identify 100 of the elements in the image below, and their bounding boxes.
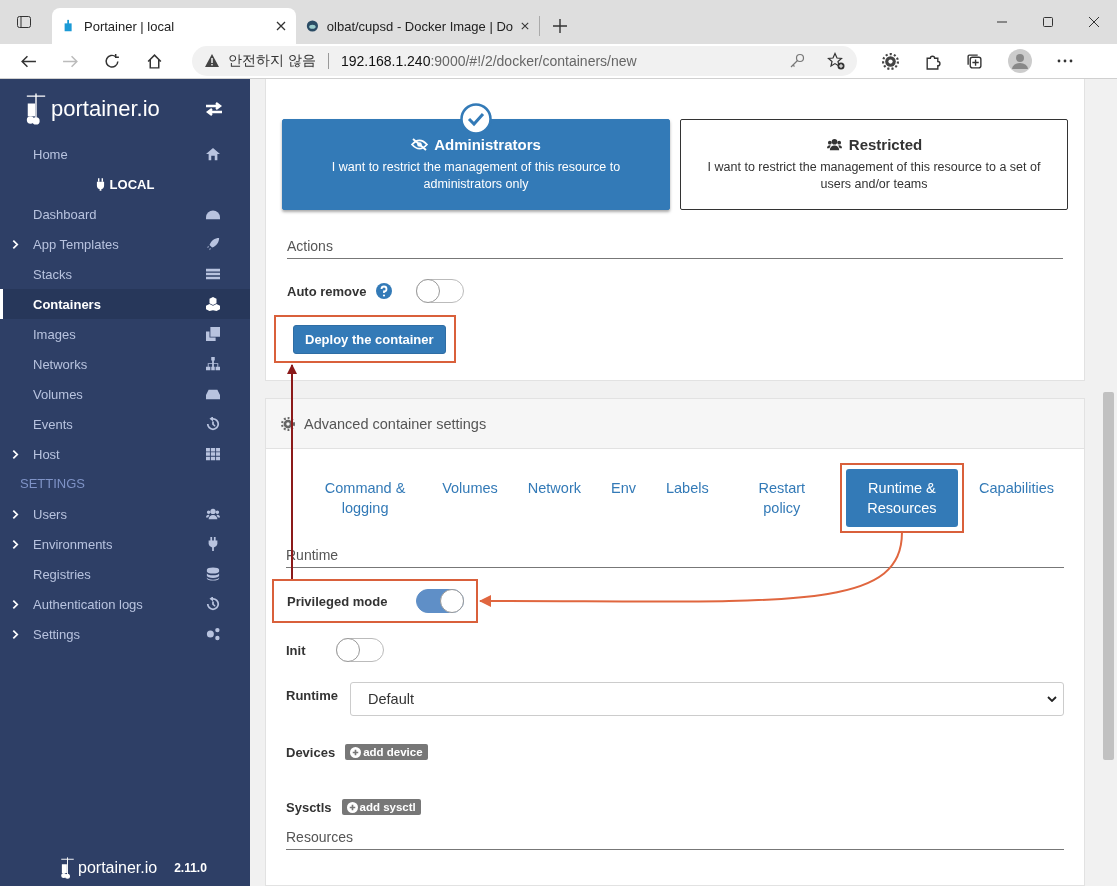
sidebar-heading: SETTINGS — [19, 475, 86, 493]
close-icon[interactable] — [276, 21, 286, 31]
sidebar-item[interactable]: Host — [0, 439, 250, 469]
sitemap-icon — [206, 357, 220, 371]
gear-icon — [281, 416, 295, 431]
key-icon[interactable] — [789, 53, 805, 69]
runtime-select[interactable]: Default — [350, 682, 1064, 716]
settings-tab[interactable]: Env — [602, 469, 645, 507]
add-sysctl-button[interactable]: add sysctl — [341, 799, 421, 815]
section-heading: Resources — [286, 829, 1064, 850]
chevron-icon — [12, 238, 19, 250]
favorite-add-icon[interactable] — [827, 52, 845, 70]
sidebar-item[interactable]: Environments — [0, 529, 250, 559]
settings-tab[interactable]: Capabilities — [970, 469, 1063, 507]
sidebar-item[interactable]: Containers — [0, 289, 250, 319]
tab-title: olbat/cupsd - Docker Image | Do — [326, 18, 513, 34]
tab-actions-icon[interactable] — [16, 14, 32, 30]
security-label: 안전하지 않음 — [228, 52, 316, 70]
new-tab-icon[interactable] — [552, 18, 568, 34]
sidebar-item[interactable]: Users — [0, 499, 250, 529]
settings-tab[interactable]: Restart policy — [729, 469, 834, 527]
toggle-switch[interactable] — [416, 589, 464, 613]
sidebar-item[interactable]: Registries — [0, 559, 250, 589]
puzzle-icon[interactable] — [924, 52, 941, 70]
access-option[interactable]: Restricted I want to restrict the management of this resource to a set of users and/or teams — [680, 119, 1068, 210]
sidebar-item[interactable]: Events — [0, 409, 250, 439]
option-title: Administrators — [434, 136, 541, 153]
option-title: Restricted — [848, 136, 923, 153]
tab-title: Portainer | local — [84, 18, 176, 34]
plus-circle-icon — [346, 801, 358, 813]
chevron-icon — [12, 628, 19, 640]
drive-icon — [206, 387, 220, 401]
chevron-icon — [12, 448, 19, 460]
deploy-button[interactable]: Deploy the container — [293, 325, 446, 354]
switch-icon[interactable] — [205, 102, 223, 116]
plug-icon — [95, 177, 105, 191]
browser-tab[interactable]: Portainer | local — [52, 8, 296, 44]
sidebar-item[interactable]: App Templates — [0, 229, 250, 259]
environment-label: LOCAL — [109, 176, 155, 192]
rocket-icon — [206, 237, 220, 251]
logo-icon — [25, 91, 47, 127]
option-description: I want to restrict the management of this resource to a set of users and/or teams — [706, 159, 1042, 193]
chevron-icon — [12, 598, 19, 610]
logo-icon — [60, 856, 75, 880]
toggle-switch[interactable] — [335, 638, 384, 662]
grid-icon — [206, 447, 220, 461]
eye-slash-icon — [411, 138, 429, 151]
field-label: Sysctls — [286, 799, 332, 815]
version-label: 2.11.0 — [174, 861, 207, 875]
users-icon — [825, 137, 843, 152]
access-option[interactable]: Administrators I want to restrict the management of this resource to administrators only — [282, 119, 670, 210]
copy-icon — [206, 327, 220, 341]
toggle-switch[interactable] — [416, 279, 465, 303]
more-icon[interactable] — [1057, 59, 1073, 63]
scrollbar-thumb[interactable] — [1103, 392, 1114, 760]
gear-icon[interactable] — [882, 52, 899, 70]
maximize-icon[interactable] — [1043, 17, 1053, 27]
sidebar-item[interactable]: Home — [0, 139, 250, 169]
address-bar[interactable]: 안전하지 않음 192.168.1.240:9000/#!/2/docker/containers/new — [192, 46, 857, 76]
avatar-icon[interactable] — [1008, 49, 1032, 73]
sidebar-item[interactable]: Settings — [0, 619, 250, 649]
settings-tab[interactable]: Labels — [657, 469, 718, 507]
close-icon[interactable] — [521, 21, 529, 31]
field-label: Privileged mode — [287, 593, 388, 609]
card-title: Advanced container settings — [304, 415, 487, 432]
add-device-button[interactable]: add device — [345, 744, 428, 760]
users-icon — [206, 507, 220, 521]
field-label: Runtime — [286, 688, 338, 703]
settings-tab[interactable]: Command & logging — [309, 469, 422, 527]
sidebar-item[interactable]: Networks — [0, 349, 250, 379]
close-icon[interactable] — [1089, 17, 1099, 27]
home-icon[interactable] — [146, 52, 163, 70]
sidebar-item[interactable]: Stacks — [0, 259, 250, 289]
chevron-icon — [12, 508, 19, 520]
option-description: I want to restrict the management of this resource to administrators only — [330, 159, 622, 193]
caret-icon — [1047, 696, 1057, 702]
check-icon — [460, 103, 492, 135]
settings-tab[interactable]: Runtime & Resources — [845, 469, 959, 527]
plus-circle-icon — [350, 746, 362, 758]
warning-icon — [204, 53, 220, 69]
logo-text: portainer.io — [51, 96, 160, 122]
sidebar-item[interactable]: Dashboard — [0, 199, 250, 229]
database-icon — [206, 567, 220, 581]
help-icon[interactable] — [376, 283, 393, 299]
field-label: Devices — [286, 744, 336, 760]
settings-tab[interactable]: Volumes — [433, 469, 507, 507]
history-icon — [206, 597, 220, 611]
sidebar-item[interactable]: Volumes — [0, 379, 250, 409]
collections-icon[interactable] — [966, 52, 983, 70]
refresh-icon[interactable] — [104, 52, 121, 70]
section-heading: Actions — [287, 238, 1063, 259]
browser-tab[interactable]: olbat/cupsd - Docker Image | Do — [296, 16, 540, 36]
field-label: Auto remove — [287, 283, 367, 299]
history-icon — [206, 417, 220, 431]
settings-tab[interactable]: Network — [518, 469, 590, 507]
list-icon — [206, 267, 220, 281]
url-text: 192.168.1.240:9000/#!/2/docker/containers/new — [340, 53, 637, 69]
home-icon — [206, 147, 220, 161]
sidebar-item[interactable]: Images — [0, 319, 250, 349]
sidebar-item[interactable]: Authentication logs — [0, 589, 250, 619]
